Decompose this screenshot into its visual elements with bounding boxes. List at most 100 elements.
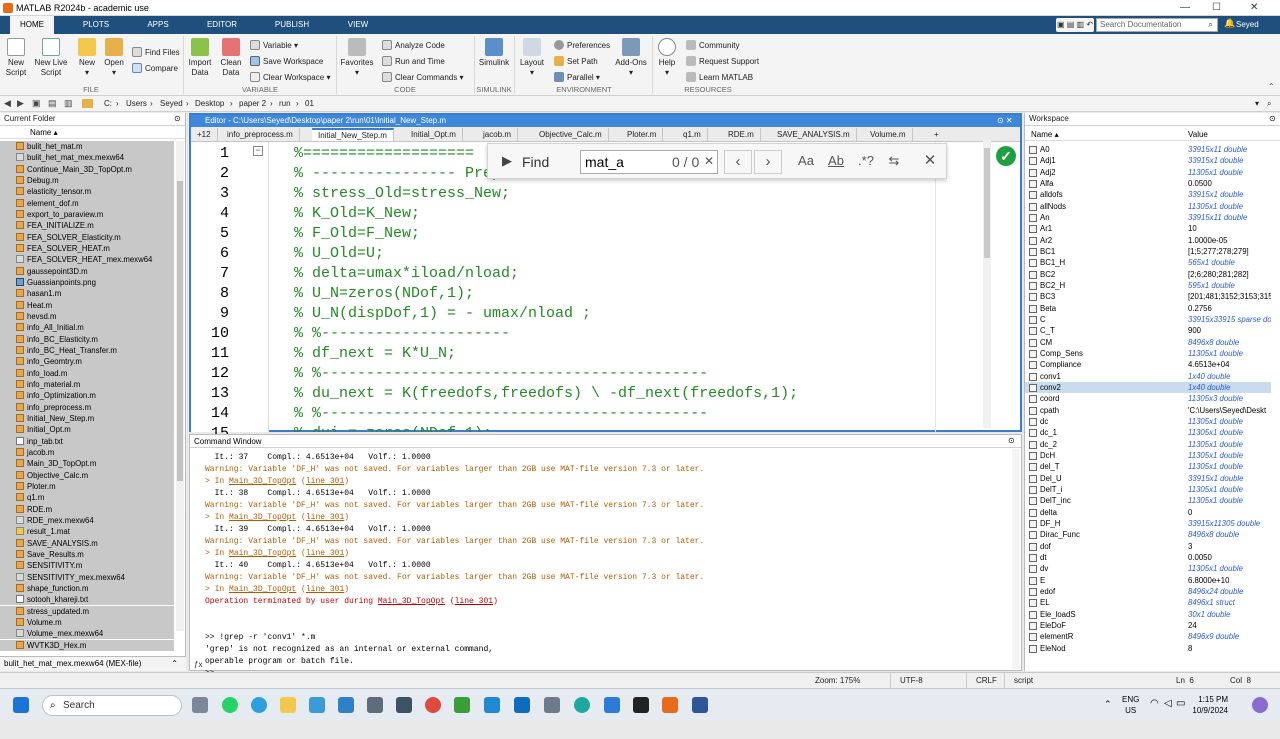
workspace-variable-row[interactable]: Beta 0.2756: [1025, 303, 1271, 314]
search-folder-icon[interactable]: ⌕: [1267, 99, 1271, 109]
function-link[interactable]: Main_3D_TopOpt: [229, 585, 296, 594]
file-row[interactable]: hevsd.m: [0, 310, 174, 323]
chrome-icon[interactable]: [425, 697, 441, 713]
notepad-icon[interactable]: [309, 697, 325, 713]
store-icon[interactable]: [604, 697, 620, 713]
file-row[interactable]: info_load.m: [0, 367, 174, 379]
editor-tab[interactable]: q1.m: [677, 128, 708, 141]
clean-data-button[interactable]: Clean Data: [218, 38, 244, 78]
column-header-name[interactable]: Name ▴: [0, 126, 185, 139]
workspace-variable-row[interactable]: alldofs 33915x1 double: [1025, 189, 1271, 200]
regex-button[interactable]: .*?: [852, 150, 880, 174]
code-line[interactable]: % stress_Old=stress_New;: [294, 185, 510, 202]
input-language[interactable]: ENG US: [1122, 694, 1139, 716]
whole-word-button[interactable]: Ab: [822, 150, 850, 174]
file-row[interactable]: Volume_mex.mexw64: [0, 628, 174, 640]
file-row[interactable]: info_BC_Heat_Transfer.m: [0, 344, 174, 357]
workspace-variable-row[interactable]: dv 11305x1 double: [1025, 563, 1271, 574]
code-line[interactable]: % K_Old=K_New;: [294, 205, 420, 222]
workspace-variable-row[interactable]: dof 3: [1025, 541, 1271, 552]
workspace-variable-row[interactable]: BC2_H 595x1 double: [1025, 280, 1271, 291]
file-row[interactable]: info_BC_Elasticity.m: [0, 333, 174, 345]
taskbar-search[interactable]: Search: [42, 695, 182, 716]
maximize-button[interactable]: ☐: [1212, 2, 1221, 13]
new-button[interactable]: New ▾: [76, 38, 98, 78]
function-link[interactable]: Main_3D_TopOpt: [229, 549, 296, 558]
editor-tab[interactable]: SAVE_ANALYSIS.m: [771, 128, 857, 141]
file-row[interactable]: FEA_SOLVER_HEAT_mex.mexw64: [0, 254, 174, 266]
file-row[interactable]: Main_3D_TopOpt.m: [0, 458, 174, 470]
layout-button[interactable]: Layout ▾: [518, 38, 546, 78]
add-ons-button[interactable]: Add-Ons ▾: [614, 38, 648, 78]
copilot-icon[interactable]: [1252, 697, 1268, 713]
code-line[interactable]: % ---------------- Prep: [294, 165, 501, 182]
breadcrumb-desktop[interactable]: Desktop: [195, 99, 224, 108]
save-workspace-button[interactable]: Save Workspace: [250, 56, 323, 66]
open-button[interactable]: Open ▾: [102, 38, 126, 78]
editor-tab[interactable]: jacob.m: [477, 128, 519, 141]
workspace-variable-row[interactable]: edof 8496x24 double: [1025, 586, 1271, 597]
file-row[interactable]: SAVE_ANALYSIS.m: [0, 537, 174, 549]
code-line[interactable]: % F_Old=F_New;: [294, 225, 420, 242]
expand-replace-icon[interactable]: ▶: [502, 153, 512, 169]
code-line[interactable]: % %---------------------: [294, 325, 510, 342]
workspace-variable-row[interactable]: Ar2 1.0000e-05: [1025, 235, 1271, 246]
workspace-variable-row[interactable]: elementR 8496x9 double: [1025, 631, 1271, 642]
workspace-variable-row[interactable]: Alfa 0.0500: [1025, 178, 1271, 189]
vscode-icon[interactable]: [484, 697, 500, 713]
notification-icon[interactable]: 🔔: [1224, 18, 1235, 29]
telegram-icon[interactable]: [251, 697, 267, 713]
back-arrow-icon[interactable]: ◀: [4, 98, 11, 109]
file-row[interactable]: Heat.m: [0, 299, 174, 311]
file-row[interactable]: Initial_New_Step.m: [0, 412, 174, 425]
file-row[interactable]: Objective_Calc.m: [0, 469, 174, 481]
file-row[interactable]: elasticity_tensor.m: [0, 186, 174, 198]
editor-scrollbar[interactable]: [983, 140, 991, 428]
workspace-variable-row[interactable]: Comp_Sens 11305x1 double: [1025, 348, 1271, 359]
set-path-button[interactable]: Set Path: [554, 56, 598, 66]
workspace-variable-row[interactable]: coord 11305x3 double: [1025, 393, 1271, 404]
find-files-button[interactable]: Find Files: [132, 47, 180, 57]
search-documentation-input[interactable]: Search Documentation: [1096, 18, 1218, 32]
camera-app-icon[interactable]: [192, 697, 208, 713]
file-row[interactable]: stress_updated.m: [0, 605, 174, 617]
workspace-variable-row[interactable]: DcH 11305x1 double: [1025, 450, 1271, 461]
workspace-variable-row[interactable]: DelT_inc 11305x1 double: [1025, 495, 1271, 506]
word-icon[interactable]: [692, 697, 708, 713]
simulink-button[interactable]: Simulink: [478, 38, 510, 68]
matlab-taskbar-icon[interactable]: [662, 697, 678, 713]
file-explorer-icon[interactable]: [280, 697, 296, 713]
code-line[interactable]: % delta=umax*iload/nload;: [294, 265, 519, 282]
workspace-variable-row[interactable]: BC3 [201;481;3152;3153;315: [1025, 291, 1271, 302]
new-script-button[interactable]: New Script: [3, 38, 29, 78]
learn-matlab-button[interactable]: Learn MATLAB: [686, 72, 753, 82]
editor-tab[interactable]: Volume.m: [864, 128, 913, 141]
clear-workspace-button[interactable]: Clear Workspace ▾: [250, 72, 330, 82]
breadcrumb-c[interactable]: C:: [104, 99, 112, 108]
tray-chevron-icon[interactable]: ⌃: [1104, 699, 1112, 710]
settings-app-icon[interactable]: [544, 697, 560, 713]
workspace-variable-row[interactable]: DF_H 33915x11305 double: [1025, 518, 1271, 529]
editor-tab[interactable]: Ploter.m: [621, 128, 664, 141]
code-line[interactable]: %===================: [294, 145, 474, 162]
code-line[interactable]: % df_next = K*U_N;: [294, 345, 456, 362]
workspace-variable-row[interactable]: BC2 [2;6;280;281;282]: [1025, 269, 1271, 280]
wifi-icon[interactable]: ◠: [1150, 698, 1159, 709]
lsr-app-icon[interactable]: [367, 697, 383, 713]
workspace-variable-row[interactable]: Ar1 10: [1025, 223, 1271, 234]
file-row[interactable]: info_material.m: [0, 378, 174, 391]
analyze-code-button[interactable]: Analyze Code: [382, 40, 445, 50]
workspace-variable-row[interactable]: cpath 'C:\Users\Seyed\Deskt: [1025, 405, 1271, 416]
file-row[interactable]: FEA_INITIALIZE.m: [0, 220, 174, 232]
edge-icon[interactable]: [574, 697, 590, 713]
breadcrumb-run[interactable]: run: [279, 99, 291, 108]
file-row[interactable]: Initial_Opt.m: [0, 424, 174, 436]
en-keyboard-icon[interactable]: [633, 697, 649, 713]
refresh-icon[interactable]: ▥: [64, 98, 73, 109]
breadcrumb-paper2[interactable]: paper 2: [239, 99, 266, 108]
file-row[interactable]: Guassianpoints.png: [0, 276, 174, 289]
outlook-icon[interactable]: [514, 697, 530, 713]
workspace-variable-row[interactable]: BC1_H 565x1 double: [1025, 257, 1271, 268]
whatsapp-icon[interactable]: [222, 697, 238, 713]
file-row[interactable]: info_Optimization.m: [0, 390, 174, 402]
